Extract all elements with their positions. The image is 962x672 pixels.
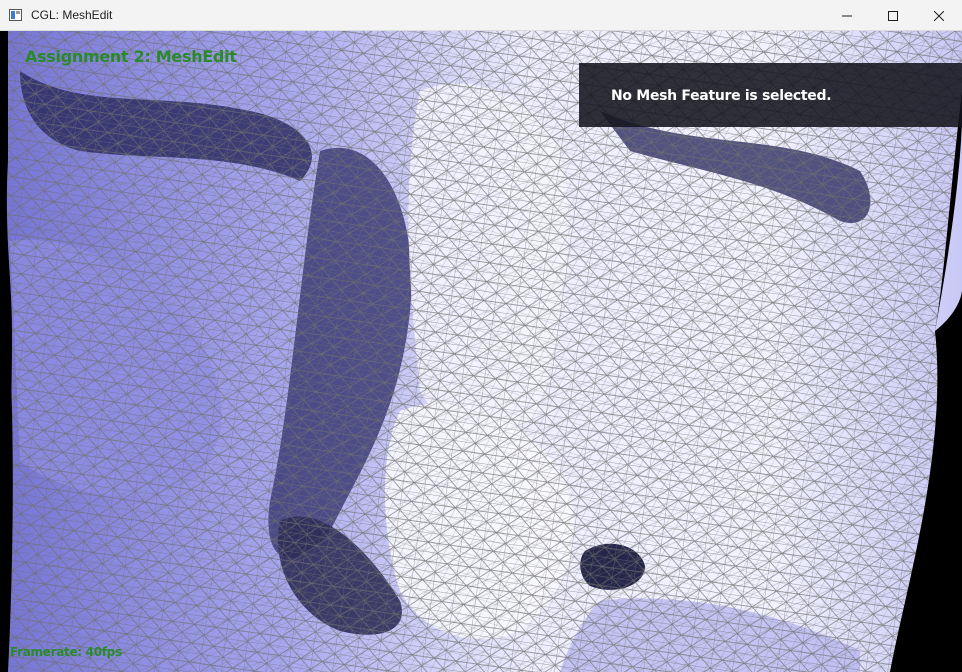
selection-info-panel: No Mesh Feature is selected.	[579, 63, 962, 127]
maximize-button[interactable]	[870, 0, 916, 31]
title-bar[interactable]: CGL: MeshEdit	[0, 0, 962, 31]
window-title: CGL: MeshEdit	[31, 8, 113, 22]
app-heading: Assignment 2: MeshEdit	[25, 47, 237, 66]
maximize-icon	[888, 10, 898, 21]
app-icon	[9, 9, 22, 21]
render-viewport[interactable]: Assignment 2: MeshEdit No Mesh Feature i…	[0, 31, 962, 672]
selection-info-text: No Mesh Feature is selected.	[611, 88, 832, 104]
minimize-icon	[842, 15, 852, 16]
framerate-readout: Framerate: 40fps	[10, 645, 122, 659]
app-window: CGL: MeshEdit Assignment 2: MeshEdit No …	[0, 0, 962, 672]
close-icon	[934, 10, 944, 21]
mesh-view[interactable]	[0, 31, 962, 672]
close-button[interactable]	[916, 0, 962, 31]
minimize-button[interactable]	[824, 0, 870, 31]
